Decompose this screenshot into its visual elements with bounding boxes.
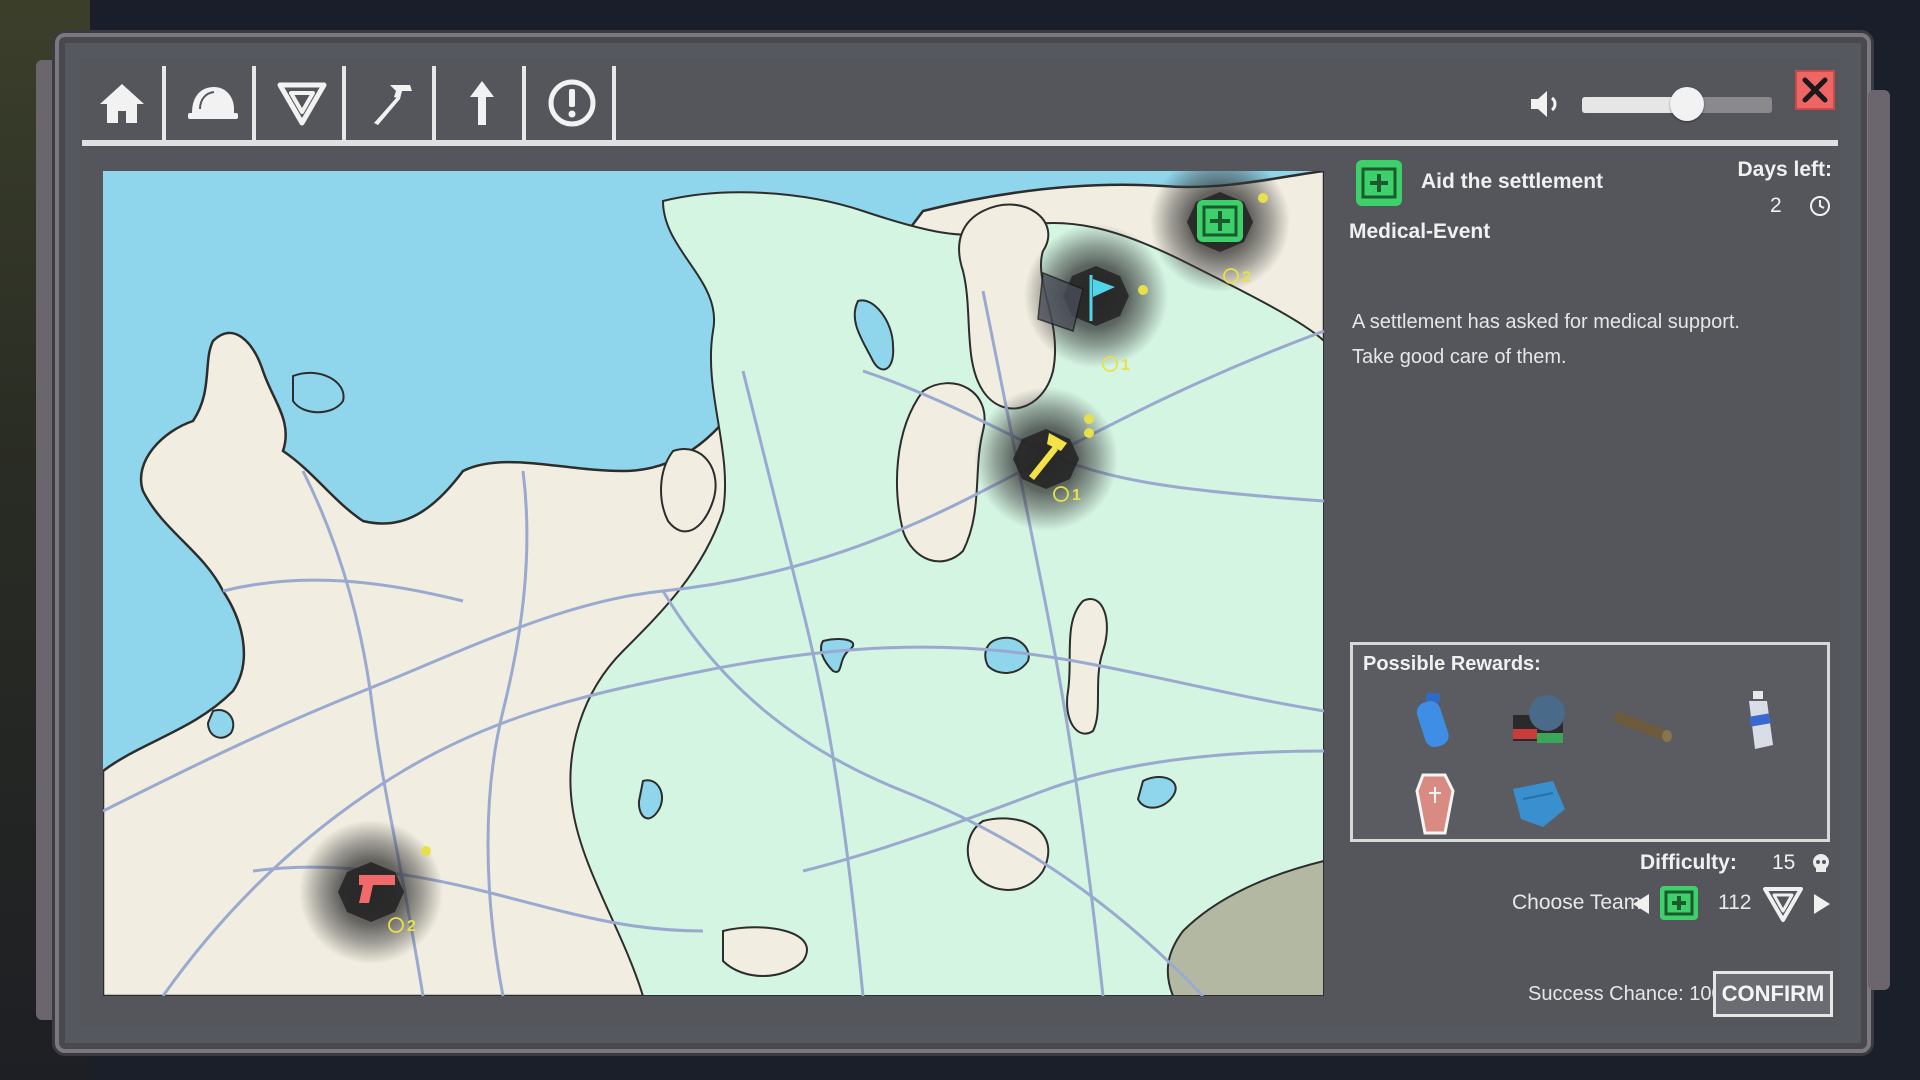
speaker-icon[interactable] bbox=[1527, 86, 1563, 122]
world-map[interactable]: 2 1 1 2 bbox=[103, 171, 1324, 996]
team-medical-icon bbox=[1660, 886, 1698, 920]
home-icon bbox=[100, 84, 144, 123]
event-medical-icon bbox=[1356, 160, 1402, 206]
frame-rail bbox=[1868, 90, 1890, 990]
cloth-icon[interactable] bbox=[1503, 769, 1575, 841]
tab-home[interactable] bbox=[82, 66, 166, 140]
upgrade-arrow-icon bbox=[470, 81, 494, 125]
days-left-label: Days left: bbox=[1737, 158, 1832, 181]
confirm-button[interactable]: CONFIRM bbox=[1713, 971, 1833, 1017]
marker-days-label: 2 bbox=[407, 918, 416, 935]
team-value: 112 bbox=[1718, 891, 1752, 914]
map-forest bbox=[569, 191, 1324, 996]
difficulty-label: Difficulty: bbox=[1640, 851, 1737, 874]
tab-alerts[interactable] bbox=[532, 66, 616, 140]
skull-icon bbox=[1813, 854, 1829, 872]
difficulty-value: 15 bbox=[1772, 851, 1796, 874]
event-description-line: Take good care of them. bbox=[1352, 346, 1567, 368]
coffin-icon[interactable] bbox=[1399, 769, 1471, 841]
toolbar bbox=[82, 66, 622, 140]
event-title: Aid the settlement bbox=[1421, 170, 1604, 193]
alert-icon bbox=[548, 79, 596, 127]
toolbar-divider bbox=[82, 140, 1838, 146]
team-triangle-icon bbox=[277, 82, 327, 126]
map-graphic: 2 1 1 2 bbox=[103, 171, 1324, 996]
tab-upgrade[interactable] bbox=[442, 66, 526, 140]
success-chance: Success Chance: 100% bbox=[1528, 983, 1741, 1005]
rewards-box: Possible Rewards: bbox=[1350, 642, 1830, 842]
marker-days-label: 1 bbox=[1072, 487, 1081, 504]
volume-slider[interactable] bbox=[1582, 87, 1772, 121]
tab-team[interactable] bbox=[262, 66, 346, 140]
close-icon bbox=[1802, 77, 1828, 103]
clock-icon bbox=[1810, 196, 1830, 216]
event-description: A settlement has asked for medical suppo… bbox=[1352, 305, 1822, 375]
volume-slider-handle[interactable] bbox=[1669, 87, 1704, 121]
helmet-icon bbox=[188, 87, 238, 119]
team-next-button[interactable] bbox=[1814, 894, 1830, 914]
event-description-line: A settlement has asked for medical suppo… bbox=[1352, 311, 1740, 333]
hammer-icon bbox=[374, 85, 412, 125]
tab-build[interactable] bbox=[352, 66, 436, 140]
marker-days-label: 1 bbox=[1121, 357, 1130, 374]
team-prev-button[interactable] bbox=[1633, 894, 1649, 914]
plastic-bottle-icon[interactable] bbox=[1723, 685, 1795, 757]
water-bottle-icon[interactable] bbox=[1399, 685, 1471, 757]
days-left-value: 2 bbox=[1770, 194, 1782, 217]
team-triangle-icon bbox=[1763, 887, 1803, 922]
tab-helmet[interactable] bbox=[172, 66, 256, 140]
choose-team-label: Choose Team: bbox=[1512, 891, 1648, 914]
wood-log-icon[interactable] bbox=[1609, 685, 1681, 757]
marker-days-label: 2 bbox=[1242, 269, 1251, 286]
close-button[interactable] bbox=[1795, 70, 1835, 110]
machine-part-icon[interactable] bbox=[1503, 685, 1575, 757]
rewards-title: Possible Rewards: bbox=[1363, 653, 1541, 675]
marker-medical-icon[interactable] bbox=[1197, 200, 1243, 242]
event-type: Medical-Event bbox=[1349, 220, 1491, 243]
